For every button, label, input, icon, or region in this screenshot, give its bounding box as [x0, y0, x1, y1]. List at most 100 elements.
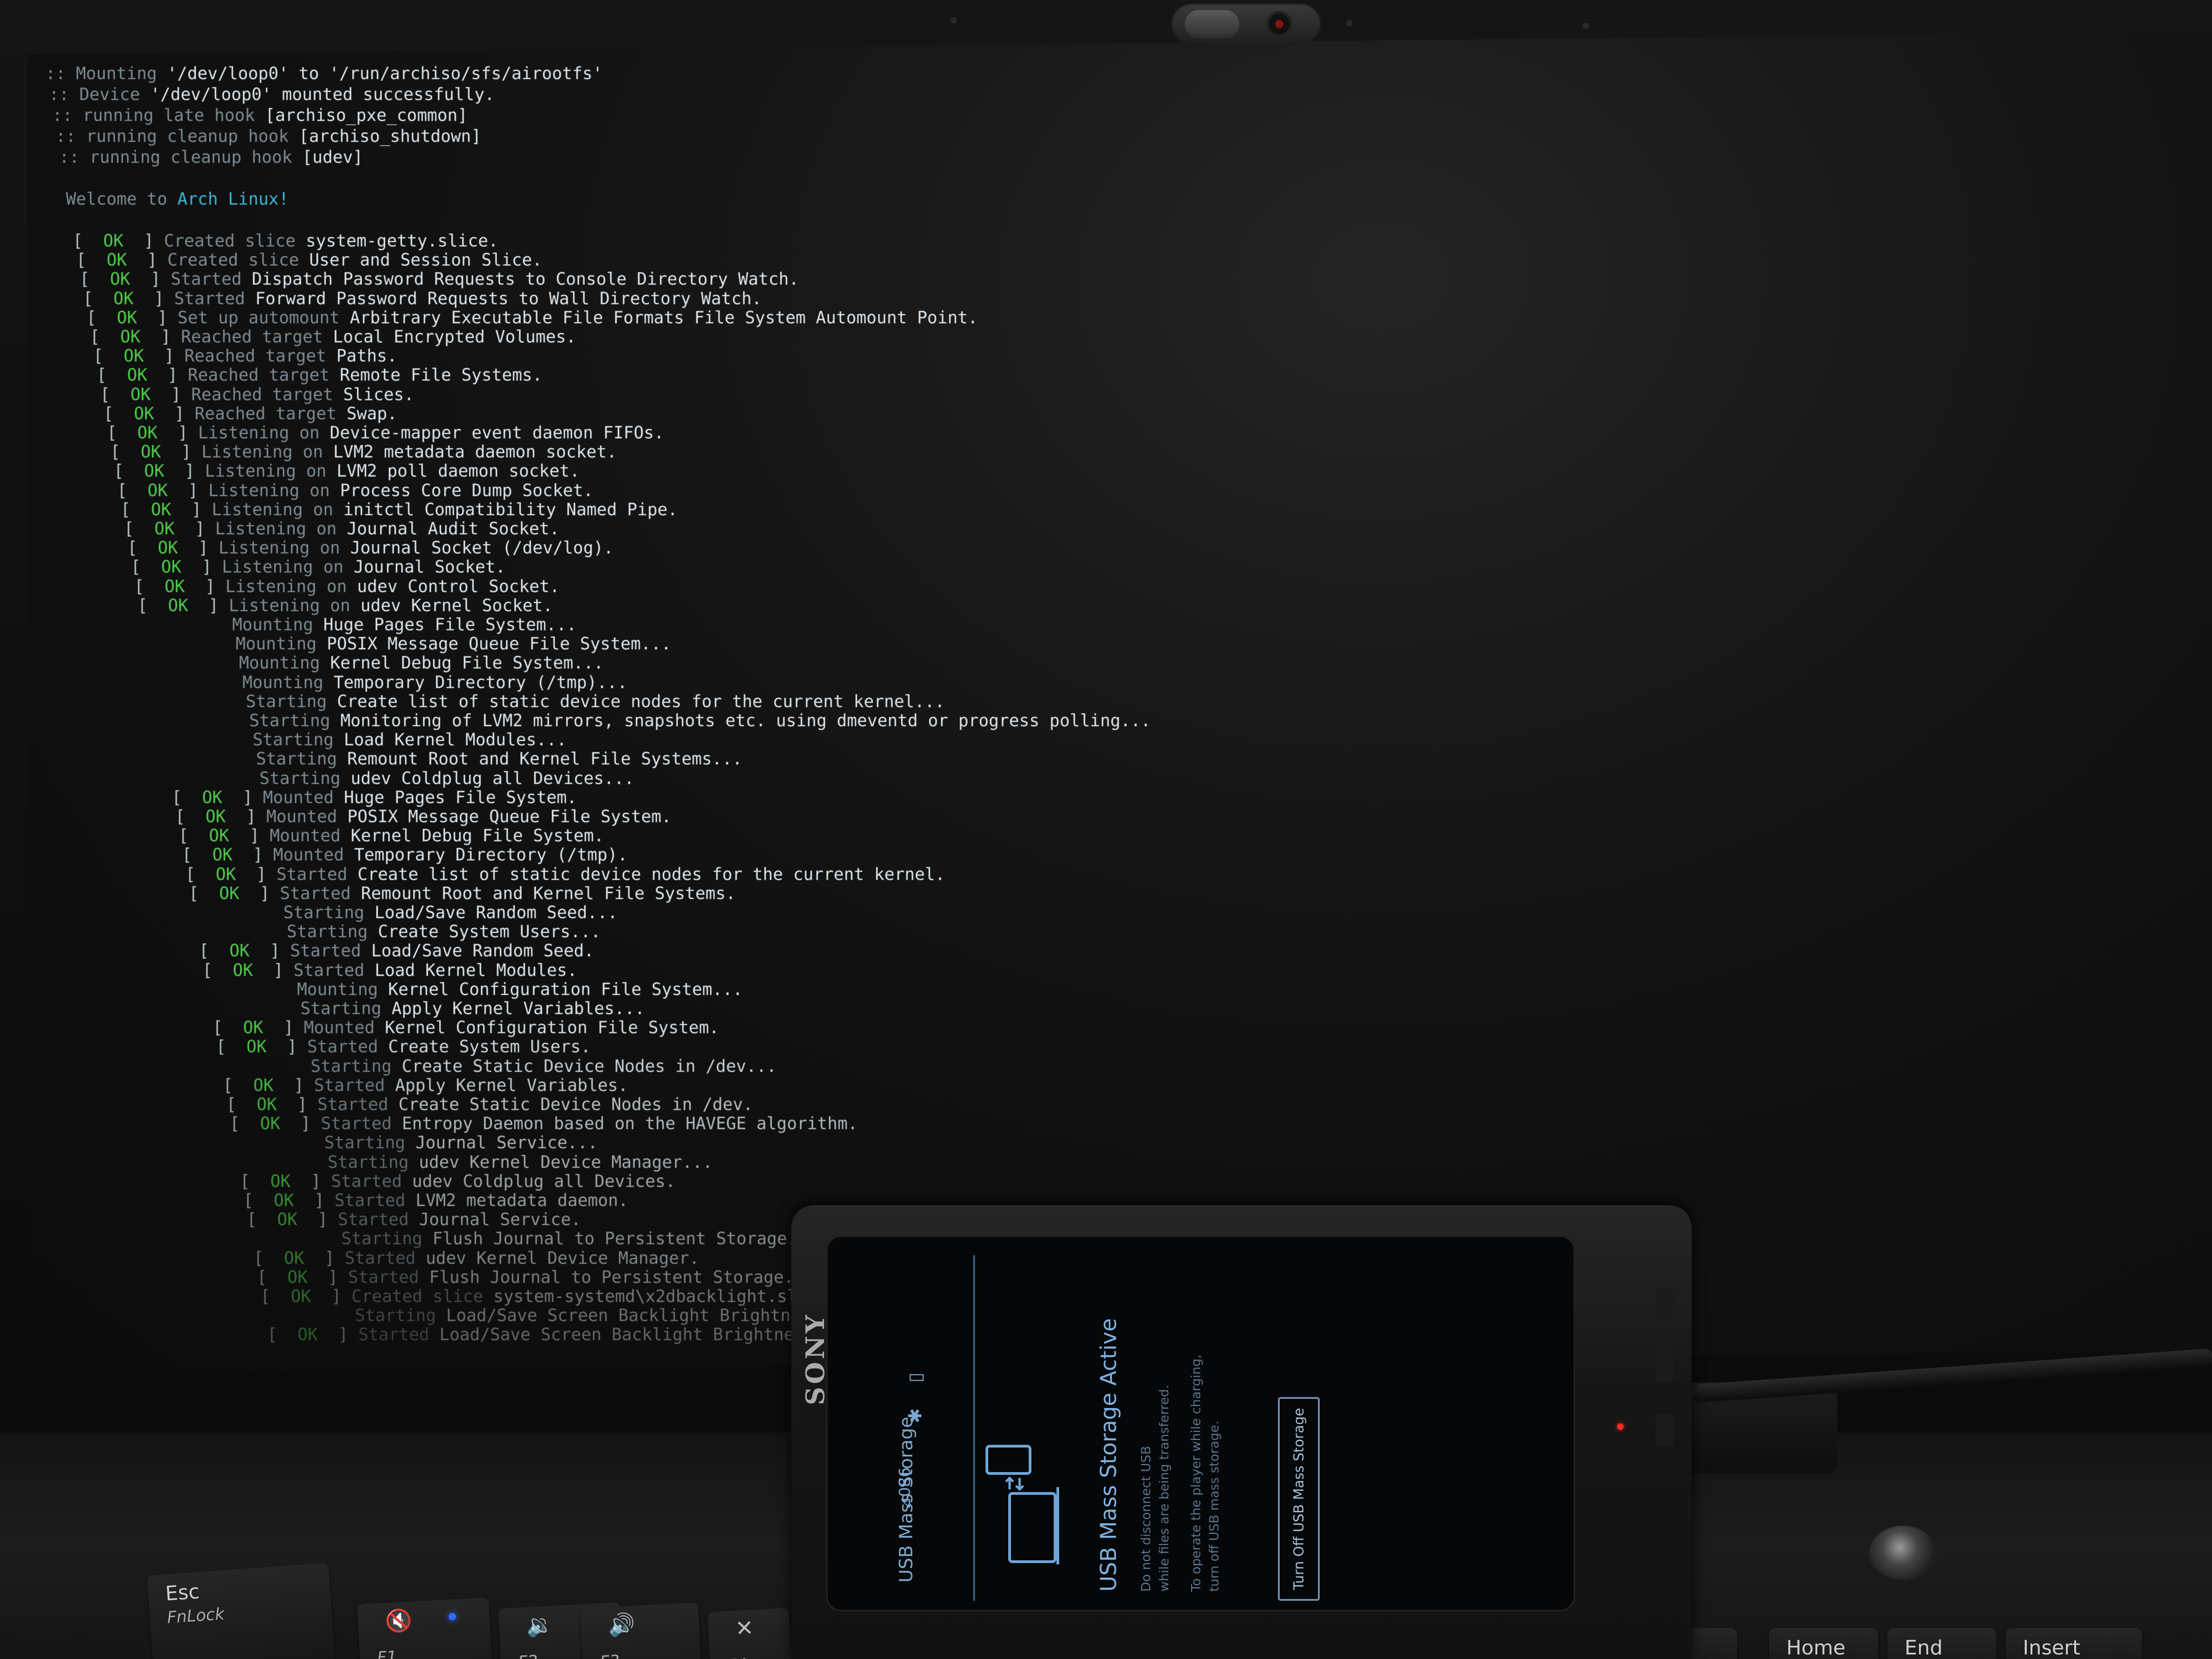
- console-line: [ OK ] Listening on udev Control Socket.: [134, 577, 560, 597]
- console-line: Starting Create list of static device no…: [155, 692, 945, 712]
- console-status: [ OK ]: [127, 538, 219, 558]
- console-message: udev Control Socket.: [357, 576, 560, 596]
- volume-down-icon: 🔉: [525, 1611, 554, 1639]
- console-line: [ OK ] Started Entropy Daemon based on t…: [230, 1114, 858, 1134]
- trackpoint-button[interactable]: [1869, 1526, 1937, 1580]
- console-verb: :: running cleanup hook: [59, 147, 292, 167]
- console-status: [ OK ]: [202, 960, 294, 980]
- console-line: Mounting Kernel Debug File System...: [148, 653, 603, 673]
- key-f3[interactable]: 🔊 F3: [579, 1602, 703, 1659]
- console-line: Starting udev Kernel Device Manager...: [236, 1152, 713, 1172]
- console-status: [ OK ]: [230, 1114, 321, 1134]
- console-status: [ OK ]: [121, 499, 212, 519]
- console-message: Load/Save Random Seed...: [374, 903, 618, 922]
- console-verb: Started: [334, 1191, 406, 1210]
- player-side-button[interactable]: [1655, 1414, 1674, 1446]
- sony-walkman-player[interactable]: SONY USB Mass Storage ⊿086 ✱ ▯ USB Mass …: [791, 1205, 1692, 1659]
- console-line: [ OK ] Mounted Kernel Debug File System.: [179, 826, 604, 846]
- mute-led-indicator: [448, 1613, 457, 1621]
- ok-status-label: OK: [168, 595, 188, 615]
- console-status: [ OK ]: [110, 442, 201, 462]
- volume-up-icon: 🔊: [607, 1611, 636, 1639]
- ok-status-label: OK: [144, 461, 165, 481]
- console-line: Mounting Kernel Configuration File Syste…: [206, 980, 743, 1000]
- turn-off-usb-mass-storage-button[interactable]: Turn Off USB Mass Storage: [1278, 1397, 1320, 1601]
- key-home[interactable]: Home: [1769, 1628, 1878, 1659]
- console-status: [ OK ]: [131, 557, 222, 577]
- console-line: [ OK ] Listening on initctl Compatibilit…: [121, 500, 678, 520]
- console-line: [ OK ] Started udev Coldplug all Devices…: [240, 1171, 676, 1191]
- key-esc[interactable]: Esc FnLock: [146, 1563, 336, 1659]
- player-side-button[interactable]: [1655, 1287, 1674, 1319]
- ok-status-label: OK: [273, 1191, 294, 1210]
- console-message: udev Kernel Socket.: [360, 595, 553, 615]
- console-message: Swap.: [347, 403, 397, 423]
- console-verb: Starting: [327, 1152, 409, 1172]
- key-end-label: End: [1905, 1636, 1943, 1659]
- console-status: [ OK ]: [80, 269, 171, 289]
- console-verb: Welcome to: [66, 189, 167, 209]
- console-line: [ OK ] Reached target Paths.: [93, 346, 397, 366]
- console-line: [ OK ] Started LVM2 metadata daemon.: [243, 1191, 628, 1211]
- console-message: Huge Pages File System...: [323, 615, 577, 634]
- console-message: system-getty.slice.: [306, 231, 498, 251]
- usb-mass-storage-title: USB Mass Storage Active: [1096, 1318, 1121, 1592]
- console-verb: Starting: [287, 922, 368, 942]
- console-line: [ OK ] Started Load/Save Random Seed.: [199, 941, 594, 961]
- console-message: Create System Users.: [388, 1037, 591, 1057]
- ok-status-label: OK: [284, 1248, 304, 1268]
- console-line: [ OK ] Listening on Journal Socket.: [131, 557, 506, 577]
- console-status: [ OK ]: [86, 307, 178, 327]
- photo-scene: :: Mounting '/dev/loop0' to '/run/archis…: [0, 0, 2212, 1659]
- console-message: Create list of static device nodes for t…: [337, 691, 945, 711]
- console-verb: Started: [348, 1267, 419, 1287]
- ok-status-label: OK: [256, 1095, 277, 1114]
- console-message: initctl Compatibility Named Pipe.: [343, 499, 678, 519]
- console-line: Starting Load/Save Random Seed...: [192, 903, 618, 923]
- ok-status-label: OK: [202, 787, 222, 807]
- ok-status-label: OK: [216, 864, 236, 884]
- console-status: [ OK ]: [100, 384, 191, 404]
- console-verb: Mounting: [239, 653, 320, 673]
- ok-status-label: OK: [103, 231, 124, 251]
- console-line: [ OK ] Reached target Local Encrypted Vo…: [90, 327, 576, 347]
- console-status: [ OK ]: [253, 1248, 345, 1268]
- console-message: LVM2 metadata daemon socket.: [333, 442, 617, 462]
- key-end[interactable]: End: [1887, 1628, 1996, 1659]
- console-message: [archiso_shutdown]: [299, 126, 482, 146]
- console-line: Starting Monitoring of LVM2 mirrors, sna…: [158, 711, 1151, 731]
- console-verb: Listening on: [205, 461, 327, 481]
- console-message: Arbitrary Executable File Formats File S…: [350, 307, 978, 327]
- console-message: Local Encrypted Volumes.: [333, 327, 576, 347]
- console-verb: Listening on: [225, 576, 347, 596]
- console-message: udev Coldplug all Devices...: [350, 768, 634, 788]
- console-status: [ OK ]: [134, 576, 226, 596]
- console-status: [ OK ]: [212, 1018, 304, 1038]
- console-verb: Started: [314, 1075, 385, 1095]
- console-message: Device-mapper event daemon FIFOs.: [330, 423, 664, 442]
- console-verb: Started: [307, 1037, 378, 1057]
- console-line: [ OK ] Started Journal Service.: [247, 1210, 581, 1230]
- ok-status-label: OK: [116, 307, 137, 327]
- console-message: '/dev/loop0' to '/run/archiso/sfs/airoot…: [167, 64, 603, 83]
- console-message: Kernel Configuration File System.: [385, 1018, 719, 1038]
- console-message: Remount Root and Kernel File Systems.: [361, 883, 736, 903]
- usb-mass-storage-description: Do not disconnect USB while files are be…: [1137, 1246, 1223, 1592]
- ok-status-label: OK: [246, 1037, 267, 1057]
- console-message: Load Kernel Modules.: [374, 960, 578, 980]
- console-message: udev Coldplug all Devices.: [412, 1171, 676, 1191]
- console-status: [ OK ]: [240, 1171, 331, 1191]
- console-line: Mounting Huge Pages File System...: [141, 615, 577, 635]
- console-verb: Starting: [252, 730, 334, 750]
- ok-status-label: OK: [253, 1075, 274, 1095]
- console-verb: Listening on: [229, 595, 351, 615]
- ok-status-label: OK: [134, 403, 154, 423]
- key-insert[interactable]: Insert: [2006, 1628, 2142, 1659]
- console-line: [ OK ] Created slice system-systemd\x2db…: [261, 1287, 838, 1307]
- key-f4[interactable]: ✕ F4: [707, 1608, 794, 1659]
- console-line: [ OK ] Listening on udev Kernel Socket.: [138, 596, 553, 616]
- console-line: [ OK ] Listening on Journal Audit Socket…: [124, 519, 560, 539]
- player-side-button[interactable]: [1655, 1351, 1674, 1382]
- console-verb: Started: [321, 1114, 392, 1134]
- key-f1[interactable]: 🔇 F1: [357, 1597, 494, 1659]
